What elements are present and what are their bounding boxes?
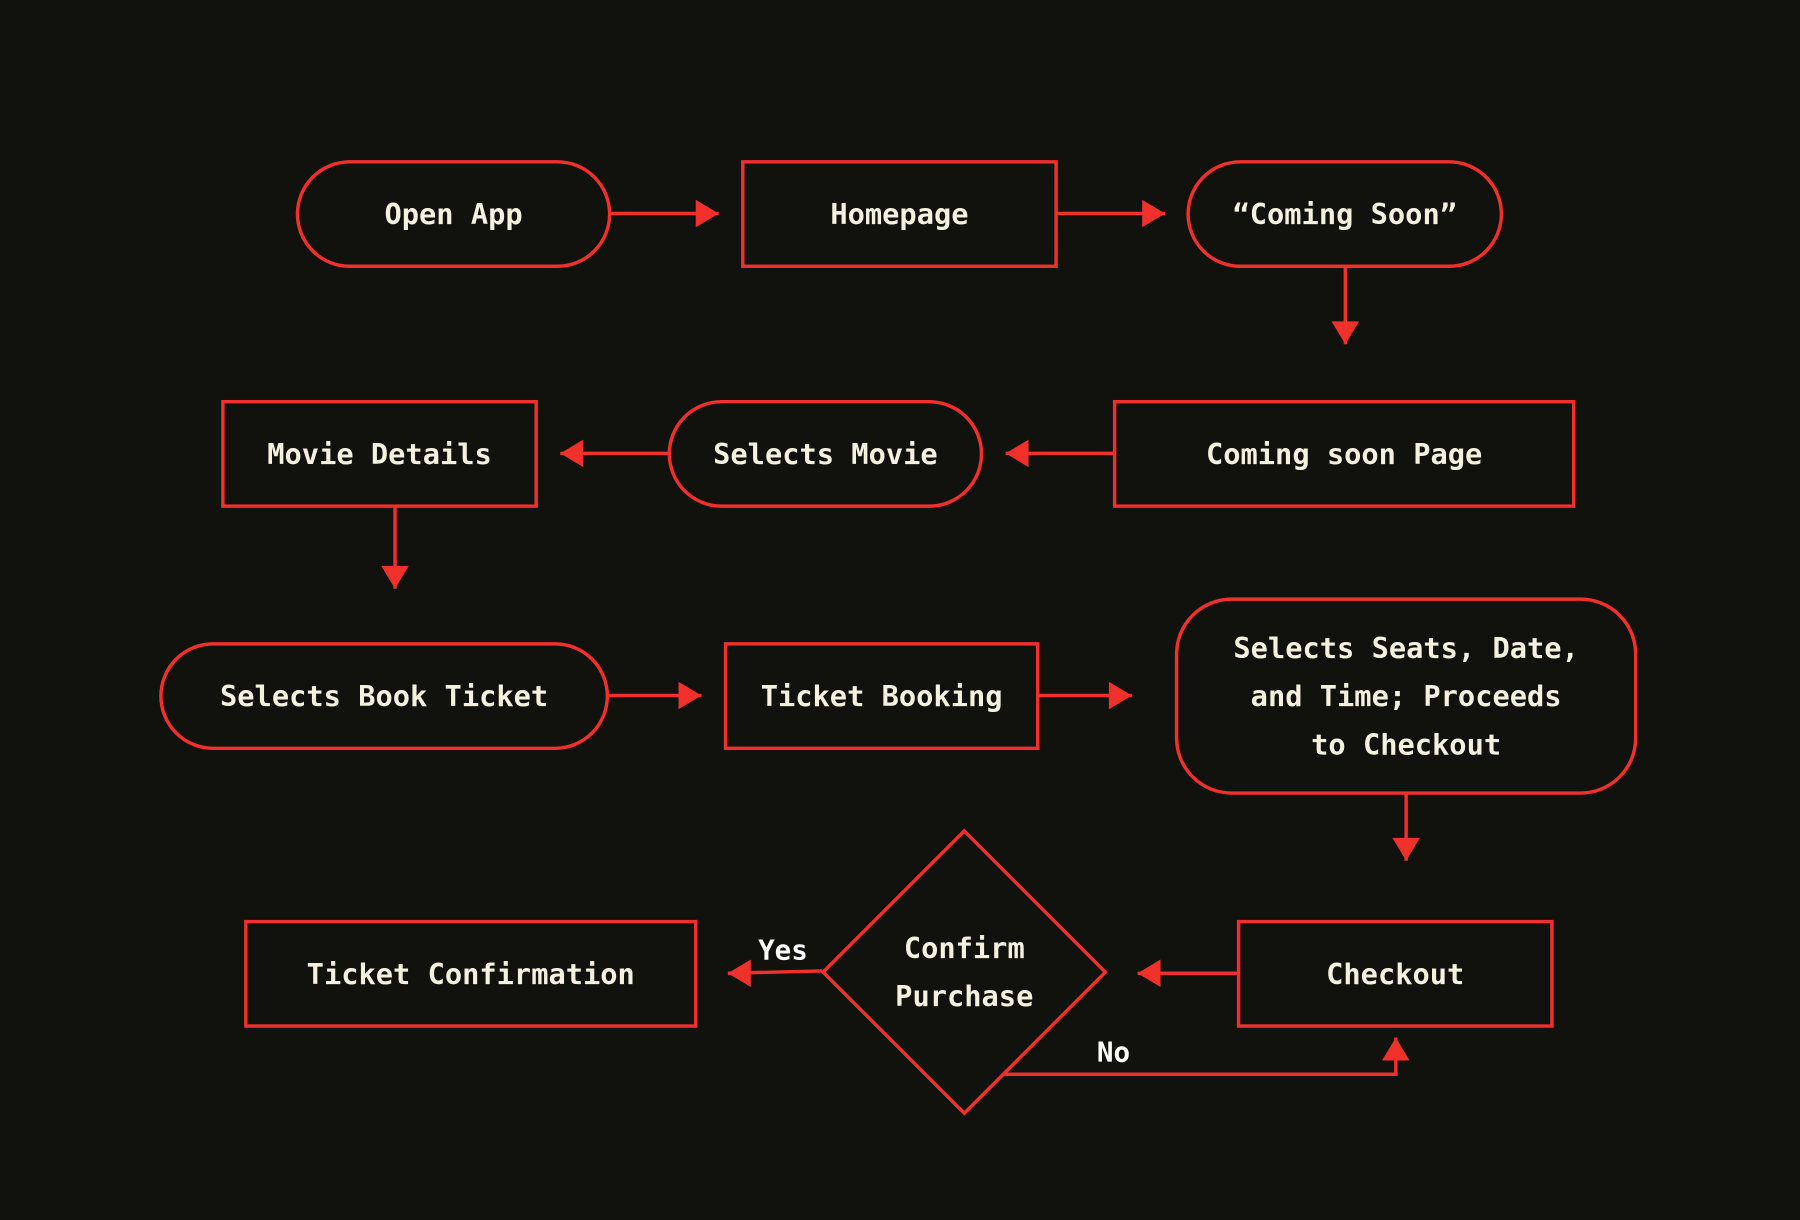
arrowhead-icon (1392, 837, 1420, 861)
node-coming-soon-page: Coming soon Page (1112, 399, 1576, 508)
arrowhead-icon (381, 565, 409, 589)
edge-movie-details-to-selects-book-ticket (381, 506, 409, 589)
node-label: Selects Seats, Date, (1233, 631, 1578, 665)
node-label: “Coming Soon” (1232, 197, 1457, 231)
arrowhead-icon (560, 439, 584, 468)
node-label: Confirm (904, 931, 1025, 965)
arrowhead-icon (678, 681, 702, 710)
node-checkout: Checkout (1236, 919, 1554, 1028)
node-ticket-confirmation: Ticket Confirmation (244, 919, 698, 1028)
node-label: and Time; Proceeds (1251, 679, 1562, 713)
node-selects-book-ticket: Selects Book Ticket (159, 642, 610, 751)
node-coming-soon: “Coming Soon” (1186, 160, 1504, 268)
edge-homepage-to-coming-soon (1056, 199, 1166, 228)
edge-label-yes: Yes (758, 934, 808, 966)
node-selects-movie: Selects Movie (667, 399, 984, 508)
node-ticket-booking: Ticket Booking (723, 642, 1040, 751)
node-movie-details: Movie Details (221, 399, 538, 508)
edge-coming-soon-to-coming-soon-page (1331, 266, 1360, 345)
node-selects-seats: Selects Seats, Date, and Time; Proceeds to… (1174, 597, 1638, 795)
arrowhead-icon (1382, 1037, 1410, 1061)
node-label: Selects Movie (713, 437, 938, 471)
edge-confirm-purchase-to-checkout: No (1004, 1036, 1410, 1076)
node-label: Ticket Booking (761, 679, 1003, 713)
node-label: Checkout (1326, 957, 1464, 991)
arrowhead-icon (1331, 321, 1360, 345)
node-label: Ticket Confirmation (307, 957, 635, 991)
edge-selects-book-ticket-to-ticket-booking (607, 681, 702, 710)
node-label: Homepage (830, 197, 968, 231)
node-label: Purchase (895, 979, 1033, 1013)
edge-selects-seats-to-checkout (1392, 793, 1420, 861)
arrowhead-icon (727, 959, 751, 988)
edge-checkout-to-confirm-purchase (1137, 959, 1239, 988)
edge-confirm-purchase-to-ticket-confirmation: Yes (727, 934, 822, 988)
connector-line (1004, 1037, 1398, 1076)
node-label: Open App (384, 197, 522, 231)
arrowhead-icon (1005, 439, 1029, 468)
arrowhead-icon (695, 199, 719, 228)
edge-selects-movie-to-movie-details (560, 439, 670, 468)
node-homepage: Homepage (741, 160, 1058, 268)
node-open-app: Open App (295, 160, 612, 268)
node-confirm-purchase: Confirm Purchase (820, 828, 1108, 1116)
decision-diamond (820, 828, 1108, 1116)
node-label: Selects Book Ticket (220, 679, 548, 713)
edge-ticket-booking-to-selects-seats (1037, 681, 1132, 710)
flowchart-diagram: Yes No Open App Homepage “Coming Soon” Coming… (159, 160, 1638, 1116)
edge-label-no: No (1097, 1036, 1130, 1068)
arrowhead-icon (1142, 199, 1166, 228)
arrowhead-icon (1137, 959, 1161, 988)
edge-coming-soon-page-to-selects-movie (1005, 439, 1115, 468)
edge-open-app-to-homepage (609, 199, 719, 228)
arrowhead-icon (1108, 681, 1132, 710)
node-label: Coming soon Page (1206, 437, 1482, 471)
node-label: Movie Details (267, 437, 492, 471)
node-label: to Checkout (1311, 727, 1501, 761)
